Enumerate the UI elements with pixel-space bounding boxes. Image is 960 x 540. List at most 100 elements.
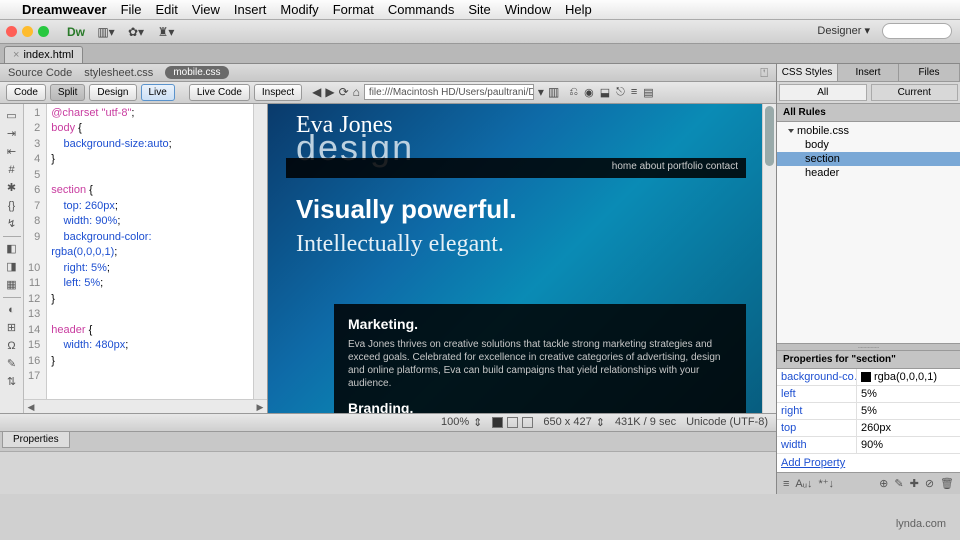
edit-rule-icon[interactable]: ✚ [910,477,919,490]
live-code-button[interactable]: Live Code [189,84,250,101]
home-icon[interactable]: ⌂ [353,85,360,99]
viewport-desktop-icon[interactable] [522,417,533,428]
files-tab[interactable]: Files [899,64,960,81]
globe-icon[interactable]: ◉ [584,86,594,99]
outdent-icon[interactable]: Ω [4,338,20,354]
rule-node-section-selected[interactable]: section [777,152,960,166]
select-parent-icon[interactable]: # [4,162,20,178]
trash-icon[interactable]: 🗑 [940,477,954,490]
properties-tab[interactable]: Properties [2,432,70,448]
tool-icon-6[interactable]: ▤ [643,86,653,99]
live-view-button[interactable]: Live [141,84,175,101]
file-tab-index[interactable]: × index.html [4,46,83,63]
show-category-icon[interactable]: ≡ [783,478,789,490]
menu-view[interactable]: View [192,2,220,17]
menu-file[interactable]: File [121,2,142,17]
current-mode-button[interactable]: Current [871,84,959,101]
code-view-button[interactable]: Code [6,84,46,101]
search-input[interactable] [882,23,952,39]
prop-val[interactable]: 5% [857,386,960,402]
rules-tree[interactable]: mobile.css body section header [777,122,960,343]
zoom-updown-icon[interactable]: ⇕ [473,416,482,429]
menu-edit[interactable]: Edit [156,2,178,17]
address-field[interactable]: file:///Macintosh HD/Users/paultrani/Des… [364,84,534,100]
related-file-mobile-active[interactable]: mobile.css [165,66,228,79]
menu-window[interactable]: Window [505,2,551,17]
workspace-switcher[interactable]: Designer ▾ [817,24,870,37]
all-mode-button[interactable]: All [779,84,867,101]
prop-val[interactable]: rgba(0,0,0,1) [857,369,960,385]
css-styles-tab[interactable]: CSS Styles [777,64,838,81]
code-editor[interactable]: 1234567891011121314151617 @charset "utf-… [24,104,268,413]
menu-site[interactable]: Site [468,2,490,17]
line-numbers-icon[interactable]: {} [4,198,20,214]
disclosure-icon[interactable] [788,129,794,133]
balance-icon[interactable]: ✱ [4,180,20,196]
dimensions-readout[interactable]: 650 x 427 [543,416,591,428]
snippet-icon[interactable]: ◧ [4,241,20,257]
css-property-grid[interactable]: background-co…rgba(0,0,0,1) left5% right… [777,369,960,472]
inspect-button[interactable]: Inspect [254,84,302,101]
dim-updown-icon[interactable]: ⇕ [596,416,605,429]
menu-insert[interactable]: Insert [234,2,267,17]
layout-icon[interactable]: ▥▾ [95,23,117,41]
prop-key[interactable]: top [777,420,857,436]
extend-icon[interactable]: ✿▾ [125,23,147,41]
format-icon[interactable]: ✎ [4,356,20,372]
prop-key[interactable]: background-co… [777,369,857,385]
code-horizontal-scrollbar[interactable]: ◀▶ [24,399,267,413]
prop-key[interactable]: right [777,403,857,419]
forward-icon[interactable]: ▶ [325,85,334,99]
validate-icon[interactable]: ⬓ [600,86,610,99]
site-icon[interactable]: ♜▾ [155,23,177,41]
comment-icon[interactable]: ◨ [4,259,20,275]
check-icon[interactable]: ⎋ [616,86,625,99]
move-icon[interactable]: ⇅ [4,374,20,390]
menu-help[interactable]: Help [565,2,592,17]
zoom-level[interactable]: 100% [441,416,469,428]
menu-commands[interactable]: Commands [388,2,454,17]
prop-val[interactable]: 5% [857,403,960,419]
encoding-readout[interactable]: Unicode (UTF-8) [686,416,768,428]
menu-modify[interactable]: Modify [280,2,318,17]
wrap-icon[interactable]: ▦ [4,277,20,293]
attach-stylesheet-icon[interactable]: ⊕ [879,477,888,490]
site-nav[interactable]: home about portfolio contact [286,158,746,178]
viewport-tablet-icon[interactable] [507,417,518,428]
zoom-window-icon[interactable] [38,26,49,37]
tool-icon-1[interactable]: ⎌ [569,86,578,99]
show-set-icon[interactable]: *⁺↓ [818,477,834,490]
color-swatch-icon[interactable] [861,372,871,382]
close-window-icon[interactable] [6,26,17,37]
disable-icon[interactable]: ⊘ [925,477,934,490]
panel-splitter[interactable] [777,343,960,351]
refresh-icon[interactable]: ⟳ [339,85,349,99]
new-rule-icon[interactable]: ✎ [894,477,903,490]
show-list-icon[interactable]: Aᵤ↓ [795,478,812,490]
code-vertical-scrollbar[interactable] [253,104,267,399]
rule-node-header[interactable]: header [777,166,960,180]
related-file-stylesheet[interactable]: stylesheet.css [84,67,153,79]
close-tab-icon[interactable]: × [13,49,19,61]
address-dropdown-icon[interactable]: ▾ [538,85,544,99]
collapse-icon[interactable]: ⇥ [4,126,20,142]
expand-icon[interactable]: ⇤ [4,144,20,160]
app-name[interactable]: Dreamweaver [22,2,107,17]
add-property-link[interactable]: Add Property [777,454,960,472]
design-view-button[interactable]: Design [89,84,136,101]
back-icon[interactable]: ◀ [312,85,321,99]
recent-icon[interactable]: ◐ [4,302,20,318]
prop-val[interactable]: 90% [857,437,960,453]
preview-scrollbar[interactable] [762,104,776,413]
prop-val[interactable]: 260px [857,420,960,436]
source-code-link[interactable]: Source Code [8,67,72,79]
insert-tab[interactable]: Insert [838,64,899,81]
split-view-button[interactable]: Split [50,84,85,101]
live-preview[interactable]: Eva Jones design home about portfolio co… [268,104,776,413]
rule-node-file[interactable]: mobile.css [777,124,960,138]
code-text[interactable]: @charset "utf-8"; body { background-size… [47,104,175,413]
prop-key[interactable]: width [777,437,857,453]
viewport-phone-icon[interactable] [492,417,503,428]
rule-node-body[interactable]: body [777,138,960,152]
indent-icon[interactable]: ⊞ [4,320,20,336]
